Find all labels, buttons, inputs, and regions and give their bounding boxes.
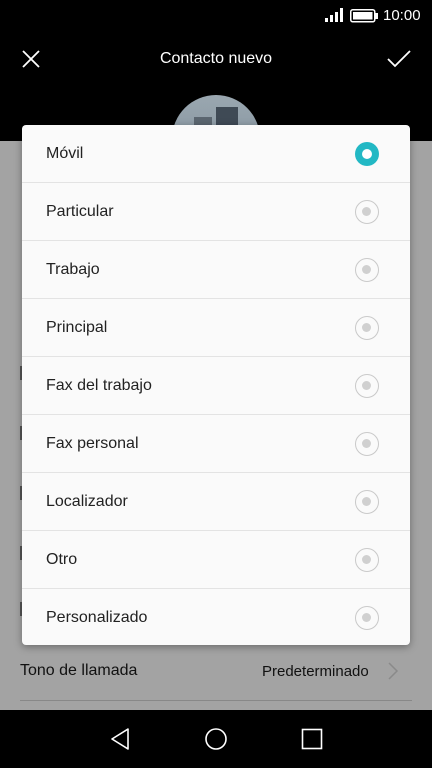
home-icon[interactable] — [204, 727, 228, 756]
chevron-right-icon — [386, 660, 400, 687]
option-otro[interactable]: Otro — [22, 531, 410, 589]
clock: 10:00 — [383, 7, 421, 24]
option-label: Principal — [46, 319, 108, 336]
option-label: Trabajo — [46, 261, 100, 278]
option-label: Personalizado — [46, 609, 148, 626]
navigation-bar — [0, 710, 432, 768]
option-label: Otro — [46, 551, 78, 568]
radio-icon[interactable] — [355, 432, 379, 456]
radio-icon[interactable] — [355, 200, 379, 224]
app-bar: Contacto nuevo — [0, 32, 432, 88]
option-personalizado[interactable]: Personalizado — [22, 589, 410, 645]
signal-icon — [325, 8, 343, 27]
option-label: Localizador — [46, 493, 128, 510]
option-particular[interactable]: Particular — [22, 183, 410, 241]
back-icon[interactable] — [108, 726, 132, 757]
option-label: Fax del trabajo — [46, 377, 152, 394]
option-label: Móvil — [46, 145, 84, 162]
radio-icon[interactable] — [355, 374, 379, 398]
option-fax-del-trabajo[interactable]: Fax del trabajo — [22, 357, 410, 415]
radio-icon[interactable] — [355, 606, 379, 630]
check-icon[interactable] — [386, 48, 412, 75]
option-movil[interactable]: Móvil — [22, 125, 410, 183]
ringtone-value: Predeterminado — [262, 663, 369, 680]
battery-icon — [350, 9, 378, 28]
ringtone-label: Tono de llamada — [20, 662, 138, 679]
radio-icon[interactable] — [355, 258, 379, 282]
option-localizador[interactable]: Localizador — [22, 473, 410, 531]
option-principal[interactable]: Principal — [22, 299, 410, 357]
option-trabajo[interactable]: Trabajo — [22, 241, 410, 299]
option-fax-personal[interactable]: Fax personal — [22, 415, 410, 473]
option-label: Fax personal — [46, 435, 139, 452]
page-title: Contacto nuevo — [159, 50, 273, 67]
radio-icon[interactable] — [355, 548, 379, 572]
ringtone-row[interactable]: Tono de llamada Predeterminado — [0, 648, 432, 696]
recent-apps-icon[interactable] — [301, 728, 323, 755]
radio-selected-icon[interactable] — [355, 142, 379, 166]
phone-type-dialog: Móvil Particular Trabajo Principal Fax d… — [22, 125, 410, 645]
option-label: Particular — [46, 203, 114, 220]
status-bar: 10:00 — [0, 0, 432, 32]
radio-icon[interactable] — [355, 490, 379, 514]
radio-icon[interactable] — [355, 316, 379, 340]
divider — [20, 700, 412, 701]
